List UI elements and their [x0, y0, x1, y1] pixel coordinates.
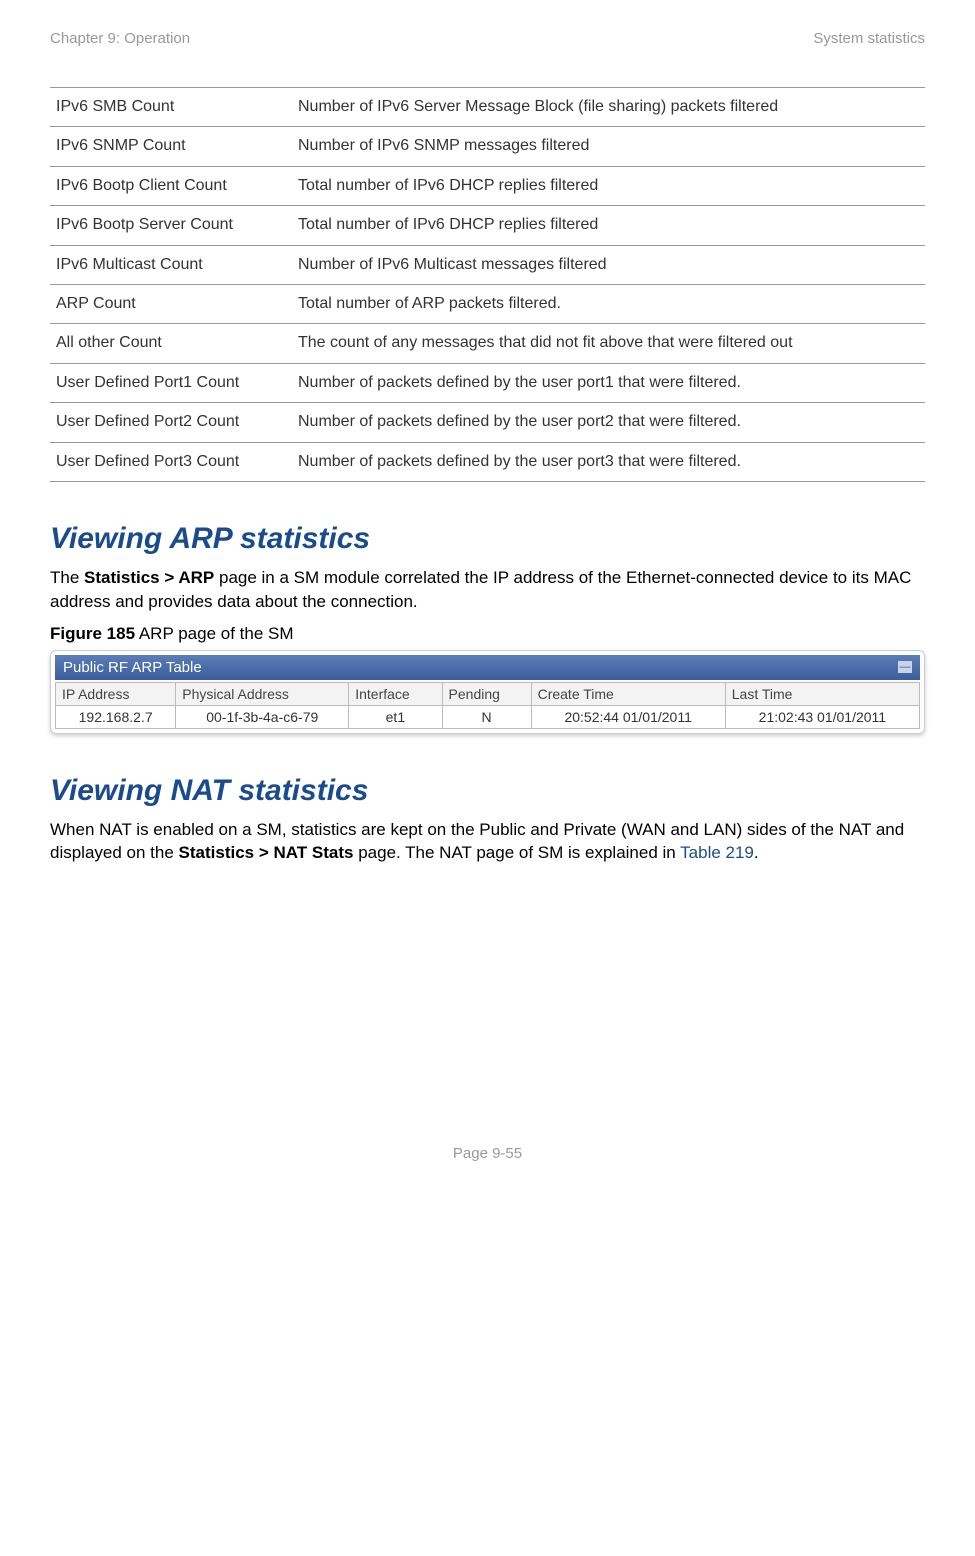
- table-link[interactable]: Table 219: [680, 843, 754, 862]
- arp-panel-title-bar: Public RF ARP Table —: [55, 655, 920, 680]
- nat-paragraph: When NAT is enabled on a SM, statistics …: [50, 818, 925, 866]
- table-row: User Defined Port2 CountNumber of packet…: [50, 403, 925, 442]
- stat-desc: Total number of IPv6 DHCP replies filter…: [292, 206, 925, 245]
- stat-desc: Number of IPv6 Server Message Block (fil…: [292, 88, 925, 127]
- arp-panel-title: Public RF ARP Table: [63, 659, 202, 676]
- arp-cell: 21:02:43 01/01/2011: [725, 705, 919, 728]
- arp-header-cell: Last Time: [725, 682, 919, 705]
- stat-desc: Number of packets defined by the user po…: [292, 403, 925, 442]
- stat-desc: Number of IPv6 SNMP messages filtered: [292, 127, 925, 166]
- stat-desc: Number of IPv6 Multicast messages filter…: [292, 245, 925, 284]
- arp-header-cell: Pending: [442, 682, 531, 705]
- table-row: IPv6 SNMP CountNumber of IPv6 SNMP messa…: [50, 127, 925, 166]
- arp-panel: Public RF ARP Table — IP AddressPhysical…: [50, 650, 925, 734]
- stat-desc: Number of packets defined by the user po…: [292, 363, 925, 402]
- arp-cell: 00-1f-3b-4a-c6-79: [176, 705, 349, 728]
- arp-header-cell: Create Time: [531, 682, 725, 705]
- table-row: IPv6 Multicast CountNumber of IPv6 Multi…: [50, 245, 925, 284]
- stat-name: IPv6 SNMP Count: [50, 127, 292, 166]
- table-row: ARP CountTotal number of ARP packets fil…: [50, 284, 925, 323]
- arp-paragraph: The Statistics > ARP page in a SM module…: [50, 566, 925, 614]
- stat-desc: Number of packets defined by the user po…: [292, 442, 925, 481]
- page-header: Chapter 9: Operation System statistics: [50, 30, 925, 47]
- minimize-icon[interactable]: —: [898, 661, 912, 673]
- table-row: All other CountThe count of any messages…: [50, 324, 925, 363]
- arp-header-cell: Interface: [349, 682, 442, 705]
- stat-name: IPv6 Bootp Client Count: [50, 166, 292, 205]
- table-row: IPv6 SMB CountNumber of IPv6 Server Mess…: [50, 88, 925, 127]
- arp-cell: 20:52:44 01/01/2011: [531, 705, 725, 728]
- table-row: User Defined Port3 CountNumber of packet…: [50, 442, 925, 481]
- arp-cell: 192.168.2.7: [56, 705, 176, 728]
- arp-header-cell: Physical Address: [176, 682, 349, 705]
- stat-name: User Defined Port1 Count: [50, 363, 292, 402]
- stat-name: IPv6 Bootp Server Count: [50, 206, 292, 245]
- header-left: Chapter 9: Operation: [50, 30, 190, 47]
- figure-label: Figure 185 ARP page of the SM: [50, 624, 925, 644]
- stat-name: User Defined Port3 Count: [50, 442, 292, 481]
- stat-name: IPv6 SMB Count: [50, 88, 292, 127]
- arp-table: IP AddressPhysical AddressInterfacePendi…: [55, 682, 920, 729]
- stat-desc: Total number of ARP packets filtered.: [292, 284, 925, 323]
- stat-desc: The count of any messages that did not f…: [292, 324, 925, 363]
- heading-nat: Viewing NAT statistics: [50, 774, 925, 808]
- stat-name: IPv6 Multicast Count: [50, 245, 292, 284]
- header-right: System statistics: [813, 30, 925, 47]
- arp-header-cell: IP Address: [56, 682, 176, 705]
- table-row: User Defined Port1 CountNumber of packet…: [50, 363, 925, 402]
- stat-name: User Defined Port2 Count: [50, 403, 292, 442]
- stat-desc: Total number of IPv6 DHCP replies filter…: [292, 166, 925, 205]
- stat-name: All other Count: [50, 324, 292, 363]
- stats-table: IPv6 SMB CountNumber of IPv6 Server Mess…: [50, 87, 925, 482]
- table-row: IPv6 Bootp Server CountTotal number of I…: [50, 206, 925, 245]
- heading-arp: Viewing ARP statistics: [50, 522, 925, 556]
- arp-cell: N: [442, 705, 531, 728]
- table-row: IPv6 Bootp Client CountTotal number of I…: [50, 166, 925, 205]
- page-footer: Page 9-55: [50, 1145, 925, 1162]
- stat-name: ARP Count: [50, 284, 292, 323]
- arp-cell: et1: [349, 705, 442, 728]
